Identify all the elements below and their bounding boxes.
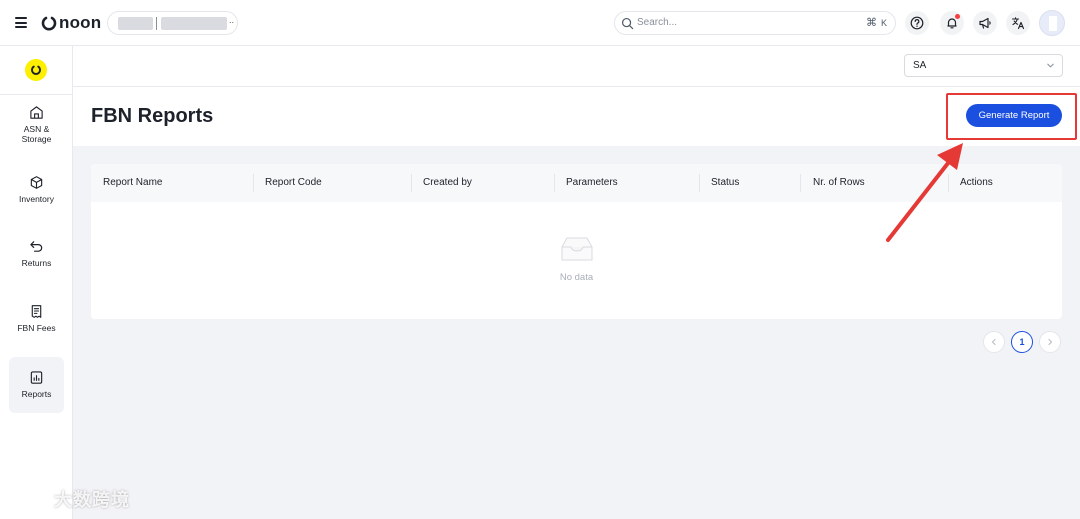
page-header: FBN Reports Generate Report	[73, 87, 1080, 146]
command-icon: ⌘	[865, 17, 877, 29]
logo-text: noon	[59, 13, 102, 32]
redacted-store-id	[161, 17, 227, 30]
column-header-actions: Actions	[960, 177, 993, 188]
column-header-status: Status	[711, 177, 740, 188]
column-separator	[800, 174, 801, 192]
help-button[interactable]	[905, 11, 929, 35]
sidebar-item-label: Reports	[21, 389, 52, 399]
column-separator	[554, 174, 555, 192]
search-placeholder: Search...	[637, 17, 678, 28]
sidebar-item-label: Inventory	[19, 194, 54, 204]
filter-bar: SA	[73, 46, 1080, 87]
country-select[interactable]: SA	[904, 54, 1063, 77]
chevron-left-icon	[991, 338, 996, 346]
return-arrow-icon	[30, 241, 43, 252]
store-overflow: ..	[229, 15, 235, 25]
column-separator	[948, 174, 949, 192]
annotation-highlight-box	[946, 93, 1077, 140]
watermark-text: 大数跨境	[54, 490, 131, 510]
column-separator	[699, 174, 700, 192]
watermark-logo: 大数跨境	[8, 486, 130, 512]
chevron-down-icon	[1047, 63, 1054, 68]
table-header: Report Name Report Code Created by Param…	[91, 164, 1062, 202]
column-header-nr-of-rows: Nr. of Rows	[813, 177, 865, 188]
sidebar-item-fbn-fees[interactable]: FBN Fees	[9, 304, 64, 360]
column-header-parameters: Parameters	[566, 177, 618, 188]
store-selector[interactable]: ..	[107, 11, 238, 35]
pagination-next-button[interactable]	[1039, 331, 1061, 353]
redacted-store-name	[118, 17, 153, 30]
search-input[interactable]: Search... ⌘ K	[614, 11, 896, 35]
question-icon	[910, 16, 924, 30]
sidebar-item-inventory[interactable]: Inventory	[9, 175, 64, 231]
noon-logo[interactable]: noon	[41, 12, 101, 34]
empty-state-text: No data	[559, 272, 594, 283]
sidebar-item-asn-storage[interactable]: ASN & Storage	[9, 105, 64, 161]
box-icon	[30, 176, 43, 189]
noon-swirl-icon	[31, 65, 41, 75]
watermark-emblem-icon	[8, 494, 40, 509]
receipt-icon	[31, 305, 42, 318]
noon-logo-icon	[41, 16, 57, 31]
sidebar-item-label: Returns	[21, 258, 52, 268]
sidebar-item-reports[interactable]: Reports	[9, 357, 64, 413]
shortcut-key: K	[880, 17, 887, 28]
top-bar: noon .. Search... ⌘ K	[0, 0, 1080, 46]
sidebar: ASN & Storage Inventory Returns FBN Fees…	[0, 46, 73, 519]
sidebar-item-label: ASN & Storage	[21, 124, 52, 144]
notification-badge	[955, 14, 960, 19]
notifications-button[interactable]	[940, 11, 964, 35]
store-separator	[156, 17, 157, 30]
megaphone-icon	[979, 17, 991, 29]
sidebar-item-label: FBN Fees	[17, 323, 56, 333]
announcements-button[interactable]	[973, 11, 997, 35]
column-header-report-name: Report Name	[103, 177, 163, 188]
country-value: SA	[913, 60, 927, 71]
pagination-page-button[interactable]: 1	[1011, 331, 1033, 353]
page-title: FBN Reports	[91, 105, 214, 127]
column-separator	[411, 174, 412, 192]
report-icon	[30, 371, 43, 384]
pagination-prev-button[interactable]	[983, 331, 1005, 353]
warehouse-icon	[30, 106, 43, 119]
sidebar-item-returns[interactable]: Returns	[9, 239, 64, 295]
user-avatar[interactable]	[1039, 10, 1065, 36]
search-shortcut: ⌘ K	[866, 16, 887, 29]
sidebar-divider	[0, 94, 73, 95]
translate-icon	[1011, 17, 1025, 30]
chevron-right-icon	[1048, 338, 1053, 346]
column-header-report-code: Report Code	[265, 177, 322, 188]
menu-icon[interactable]	[15, 17, 27, 28]
noon-brand-icon[interactable]	[25, 59, 47, 81]
empty-inbox-icon	[561, 237, 593, 261]
search-icon	[621, 17, 634, 30]
language-button[interactable]	[1006, 11, 1030, 35]
reports-table: Report Name Report Code Created by Param…	[91, 164, 1062, 319]
column-separator	[253, 174, 254, 192]
column-header-created-by: Created by	[423, 177, 472, 188]
